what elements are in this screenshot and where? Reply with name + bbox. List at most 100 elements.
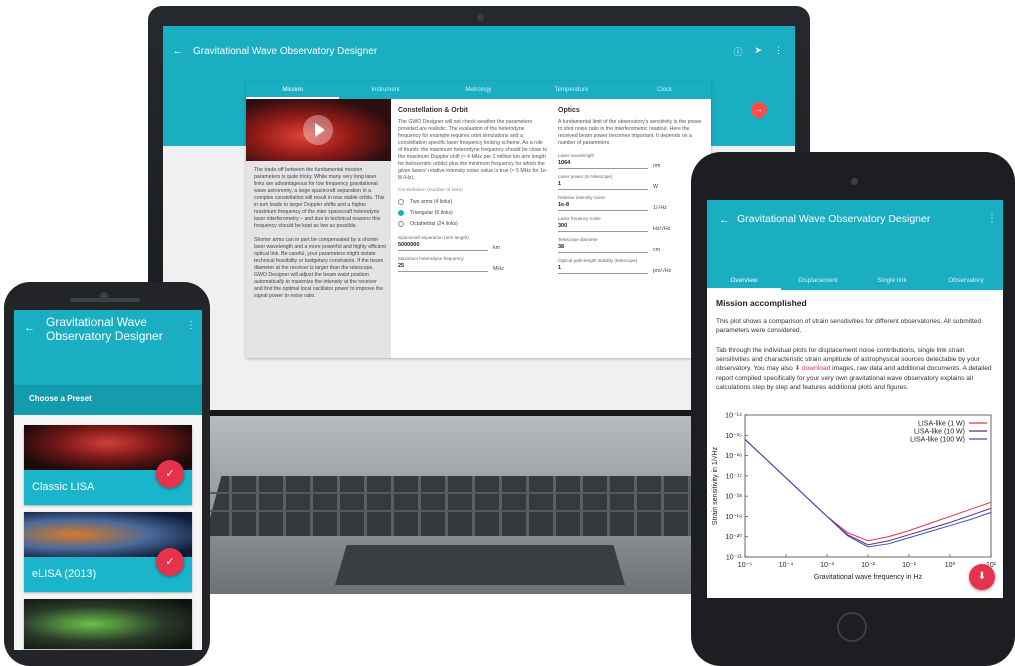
x-tick-label: 10⁰ (945, 561, 956, 569)
tab-clock[interactable]: Clock (618, 81, 711, 99)
section-heading: Constellation & Orbit (398, 107, 468, 114)
check-icon[interactable]: ✓ (156, 460, 184, 488)
tablet-tab-bar: Overview Displacement Single link Observ… (707, 272, 1003, 290)
field-unit: pm/√Hz (653, 268, 672, 275)
phone-speaker (70, 298, 140, 302)
app-toolbar: ← Gravitational Wave Observatory Designe… (163, 36, 795, 66)
phone-app-title: Gravitational Wave Observatory Designer (46, 315, 163, 343)
x-tick-label: 10⁻² (861, 562, 875, 569)
laser-power-field: Laser power (to telescope) 1W (558, 174, 706, 191)
tablet-app-title: Gravitational Wave Observatory Designer (737, 213, 931, 225)
frequency-noise-field: Laser freuency noise 300 Hz/√Hz (558, 216, 706, 233)
constellation-section: Constellation & Orbit The GWO Designer w… (398, 107, 548, 277)
keyboard-row-divider (205, 492, 753, 494)
path-stability-field: Optical path-length stability (telescope… (558, 258, 706, 275)
arrow-left-icon[interactable]: ← (24, 322, 35, 334)
series-line-2 (744, 438, 992, 546)
heterodyne-field: Maximum heterodyne frequency 25 MHz (398, 256, 548, 273)
x-tick-label: 10⁻¹ (902, 562, 916, 569)
arrow-left-icon[interactable]: ← (163, 45, 193, 57)
arrow-right-icon[interactable]: → (751, 102, 767, 118)
share-icon[interactable]: ➤ (754, 45, 762, 58)
section-heading: Optics (558, 107, 580, 114)
laptop-keyboard (205, 476, 753, 536)
arm-length-input[interactable]: 5000000 (398, 240, 488, 252)
info-icon[interactable]: ⓘ (733, 45, 742, 58)
y-tick-label: 10⁻¹⁹ (725, 514, 742, 521)
strain-sensitivity-chart: 10⁻⁵ 10⁻⁴ 10⁻³ 10⁻² 10⁻¹ 10⁰ 10¹10⁻²¹10⁻²⁰10⁻¹… (711, 413, 997, 582)
radio-selected-icon (398, 209, 404, 216)
tab-metrology[interactable]: Metrology (432, 81, 525, 99)
laser-wavelength-input[interactable]: 1064 (558, 158, 648, 170)
radio-octahedral[interactable]: Octahedral (24 links) (398, 218, 548, 229)
field-unit: 1/√Hz (653, 205, 667, 212)
app-title: Gravitational Wave Observatory Designer (193, 45, 378, 57)
preset-card[interactable] (24, 599, 192, 649)
tab-temperature[interactable]: Temperature (525, 81, 618, 99)
laptop-camera (477, 14, 484, 21)
intensity-noise-field: Relative intensity noise 1e-8 1/√Hz (558, 195, 706, 212)
radio-icon (398, 198, 404, 205)
optics-section: Optics A fundamental limit of the observ… (558, 107, 706, 279)
telescope-diameter-input[interactable]: 38 (558, 242, 648, 254)
x-tick-label: 10⁻⁴ (779, 562, 794, 569)
field-unit: cm (653, 247, 661, 254)
y-tick-label: 10⁻¹⁶ (725, 453, 742, 460)
legend-label: LISA-like (100 W) (910, 437, 965, 444)
more-vert-icon[interactable]: ⋮ (774, 45, 783, 58)
preset-section-label: Choose a Preset (29, 394, 92, 403)
field-unit: Hz/√Hz (653, 226, 671, 233)
radio-label: Triangular (6 links) (410, 209, 453, 216)
arrow-left-icon[interactable]: ← (719, 214, 730, 226)
more-vert-icon[interactable]: ⋮ (987, 213, 997, 224)
y-tick-label: 10⁻¹⁴ (725, 413, 742, 420)
tablet-home-button[interactable] (837, 612, 867, 642)
tab-overview[interactable]: Overview (707, 272, 781, 290)
check-icon[interactable]: ✓ (156, 548, 184, 576)
laser-power-input[interactable]: 1 (558, 179, 648, 191)
frequency-noise-input[interactable]: 300 (558, 221, 648, 233)
y-axis-label: Strain sensitivity in 1/√Hz (711, 446, 719, 525)
tablet-camera (851, 178, 858, 185)
download-link[interactable]: ⬇ download (795, 365, 831, 372)
tablet-screen: ← Gravitational Wave Observatory Designe… (707, 200, 1003, 598)
series-line-3 (744, 438, 992, 548)
radio-icon (398, 220, 404, 227)
x-tick-label: 10⁻³ (820, 562, 834, 569)
radio-label: Two arms (4 links) (410, 198, 453, 205)
arm-length-field: Spacecraft separation (arm length) 50000… (398, 235, 548, 252)
laptop-trackpad (335, 545, 625, 585)
more-vert-icon[interactable]: ⋮ (186, 320, 196, 331)
field-unit: nm (653, 163, 661, 170)
legend-label: LISA-like (1 W) (918, 421, 965, 428)
legend-label: LISA-like (10 W) (914, 429, 965, 436)
tab-mission[interactable]: Mission (246, 81, 339, 99)
y-tick-label: 10⁻¹⁸ (725, 494, 742, 501)
intensity-noise-input[interactable]: 1e-8 (558, 200, 648, 212)
telescope-diameter-field: Telescope diameter 38 cm (558, 237, 706, 254)
tab-displacement[interactable]: Displacement (781, 272, 855, 290)
keyboard-row-divider (205, 510, 753, 512)
play-triangle (315, 123, 325, 137)
radio-two-arms[interactable]: Two arms (4 links) (398, 196, 548, 207)
radio-triangular[interactable]: Triangular (6 links) (398, 207, 548, 218)
y-tick-label: 10⁻¹⁵ (725, 433, 742, 440)
tab-observatory[interactable]: Observatory (929, 272, 1003, 290)
download-icon[interactable]: ⬇ (969, 564, 995, 590)
path-stability-input[interactable]: 1 (558, 263, 648, 275)
tab-bar: Mission Instrument Metrology Temperature… (246, 81, 711, 99)
options-label: Constellation (number of links) (398, 188, 463, 194)
heterodyne-input[interactable]: 25 (398, 261, 488, 273)
result-details: Tab through the individual plots for dis… (716, 346, 998, 392)
x-tick-label: 10⁻⁵ (738, 562, 752, 569)
preset-image (24, 599, 192, 649)
y-tick-label: 10⁻¹⁷ (726, 473, 743, 480)
section-text: A fundamental limit of the observatory's… (558, 119, 702, 147)
tab-single-link[interactable]: Single link (855, 272, 929, 290)
mission-sidebar: The trade-off between the fundamental mi… (246, 99, 391, 358)
x-axis-label: Gravitational wave frequency in Hz (814, 574, 923, 581)
result-heading: Mission accomplished (716, 298, 807, 308)
tab-instrument[interactable]: Instrument (339, 81, 432, 99)
mission-card: Mission Instrument Metrology Temperature… (246, 81, 711, 358)
field-unit: W (653, 184, 658, 191)
